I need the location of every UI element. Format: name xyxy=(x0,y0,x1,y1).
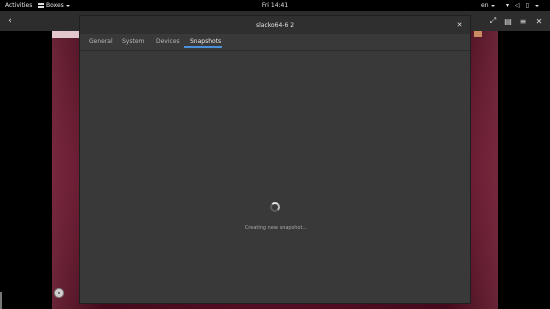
close-icon[interactable]: ✕ xyxy=(533,15,545,27)
properties-icon[interactable]: ▤ xyxy=(502,15,514,27)
network-icon: ▾ xyxy=(506,2,510,9)
disc-icon xyxy=(54,288,64,298)
dialog-titlebar: slacko64-6 2 ✕ xyxy=(80,16,470,35)
spinner-icon xyxy=(270,202,280,212)
language-label: en xyxy=(481,2,489,9)
clock[interactable]: Fri 14:41 xyxy=(262,0,288,11)
vm-tray-icon xyxy=(474,31,482,37)
properties-dialog: slacko64-6 2 ✕ General System Devices Sn… xyxy=(79,15,471,304)
snapshots-panel: Creating new snapshot... xyxy=(80,51,470,303)
dialog-title: slacko64-6 2 xyxy=(255,21,295,29)
vm-desktop-bar xyxy=(52,31,80,38)
boxes-app-icon xyxy=(38,2,44,9)
active-tab-indicator xyxy=(184,46,222,48)
volume-icon: ◁ xyxy=(515,2,520,9)
snapshot-status-text: Creating new snapshot... xyxy=(244,225,308,231)
chevron-down-icon xyxy=(490,4,495,7)
tab-devices[interactable]: Devices xyxy=(156,34,180,50)
language-indicator[interactable]: en xyxy=(481,0,495,11)
gnome-top-bar: Activities Boxes Fri 14:41 en ▾ ◁ ▯ xyxy=(0,0,550,11)
app-menu-button[interactable]: Boxes xyxy=(38,0,70,11)
battery-icon: ▯ xyxy=(525,2,529,9)
chevron-down-icon xyxy=(65,4,70,7)
tab-general[interactable]: General xyxy=(89,34,113,50)
system-status-menu[interactable]: ▾ ◁ ▯ xyxy=(506,0,539,11)
chevron-down-icon xyxy=(534,4,539,7)
back-arrow-icon[interactable]: ‹ xyxy=(4,15,16,27)
menu-icon[interactable]: ≡ xyxy=(517,15,529,27)
fullscreen-icon[interactable]: ⤢ xyxy=(487,15,499,27)
tab-system[interactable]: System xyxy=(122,34,144,50)
tab-bar: General System Devices Snapshots xyxy=(80,34,470,51)
window-edge xyxy=(0,292,2,309)
close-icon[interactable]: ✕ xyxy=(455,20,464,29)
activities-button[interactable]: Activities xyxy=(5,0,32,11)
app-menu-label: Boxes xyxy=(46,2,64,9)
